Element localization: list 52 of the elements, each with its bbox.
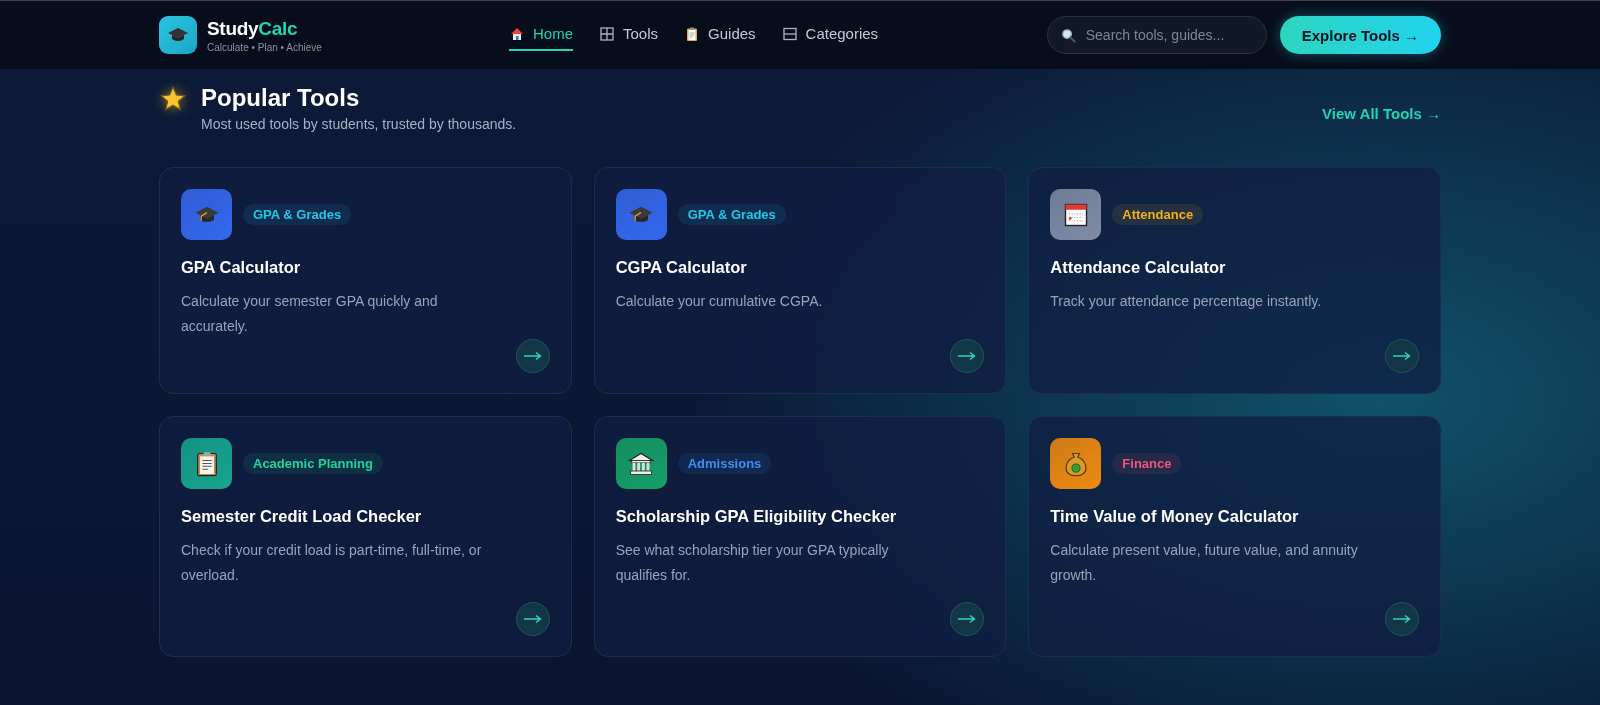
star-icon (159, 85, 187, 113)
tool-title: Semester Credit Load Checker (181, 507, 423, 526)
search-field[interactable]: Search tools, guides... (1046, 16, 1267, 54)
house-icon (509, 25, 525, 42)
open-tool-button[interactable] (1385, 602, 1419, 636)
open-tool-button[interactable] (515, 339, 550, 373)
tool-title: CGPA Calculator (615, 258, 748, 277)
tool-description: Check if your credit load is part-time, full-time, or overload. (181, 541, 483, 585)
tool-card[interactable]: GPA & Grades CGPA Calculator Calculate your cumulative CGPA. (593, 167, 1007, 394)
open-tool-button[interactable] (515, 602, 550, 636)
nav-link[interactable]: Categories (781, 19, 879, 51)
section-title: Popular Tools (201, 84, 361, 112)
logo-icon[interactable] (159, 16, 197, 54)
tool-title: Scholarship GPA Eligibility Checker (615, 507, 898, 526)
tool-description: Calculate your cumulative CGPA. (615, 292, 824, 311)
category-tag: Academic Planning (243, 453, 383, 474)
brand-tagline: Calculate • Plan • Achieve (207, 41, 322, 53)
list-icon (781, 25, 798, 42)
open-tool-button[interactable] (950, 339, 985, 373)
tool-title: Time Value of Money Calculator (1050, 507, 1300, 526)
category-tag: Attendance (1112, 204, 1204, 225)
brand-name[interactable]: StudyCalc (207, 17, 322, 40)
arrow-right-icon (522, 351, 543, 361)
nav-link[interactable]: Home (509, 19, 573, 51)
nav-link[interactable]: Tools (599, 19, 659, 51)
category-tag: Admissions (677, 453, 772, 474)
arrow-right-icon (957, 351, 978, 361)
tool-card[interactable]: GPA & Grades GPA Calculator Calculate your semester GPA quickly and accurately. (159, 167, 572, 394)
tool-description: Track your attendance percentage instantly. (1050, 292, 1323, 311)
category-tag: GPA & Grades (677, 204, 786, 225)
tool-title: Attendance Calculator (1050, 258, 1227, 277)
explore-tools-button[interactable]: Explore Tools → (1279, 16, 1441, 54)
arrow-right-icon (1392, 351, 1412, 361)
open-tool-button[interactable] (1385, 339, 1419, 373)
tool-description: Calculate your semester GPA quickly and accurately. (181, 292, 439, 336)
tool-description: See what scholarship tier your GPA typically qualifies for. (615, 541, 890, 585)
arrow-right-icon (522, 614, 543, 624)
tool-title: GPA Calculator (181, 258, 302, 277)
tool-description: Calculate present value, future value, and annuity growth. (1050, 541, 1359, 585)
category-tag: Finance (1112, 453, 1182, 474)
grid-icon (599, 25, 615, 42)
open-tool-button[interactable] (950, 602, 985, 636)
tool-card[interactable]: Admissions Scholarship GPA Eligibility Checker See what scholarship tier your GPA typically qualifies for. (593, 416, 1007, 657)
arrow-right-icon (957, 614, 978, 624)
tool-card[interactable]: Attendance Attendance Calculator Track your attendance percentage instantly. (1028, 167, 1441, 394)
view-all-link[interactable]: View All Tools → (1322, 104, 1441, 122)
nav-link[interactable]: Guides (684, 19, 756, 51)
tool-card[interactable]: Academic Planning Semester Credit Load Checker Check if your credit load is part-time, full-time, or overload. (159, 416, 572, 657)
tool-card[interactable]: Finance Time Value of Money Calculator Calculate present value, future value, and annuity growth. (1028, 416, 1441, 657)
section-subtitle: Most used tools by students, trusted by thousands. (201, 116, 517, 132)
arrow-right-icon (1392, 614, 1412, 624)
category-tag: GPA & Grades (243, 204, 352, 225)
